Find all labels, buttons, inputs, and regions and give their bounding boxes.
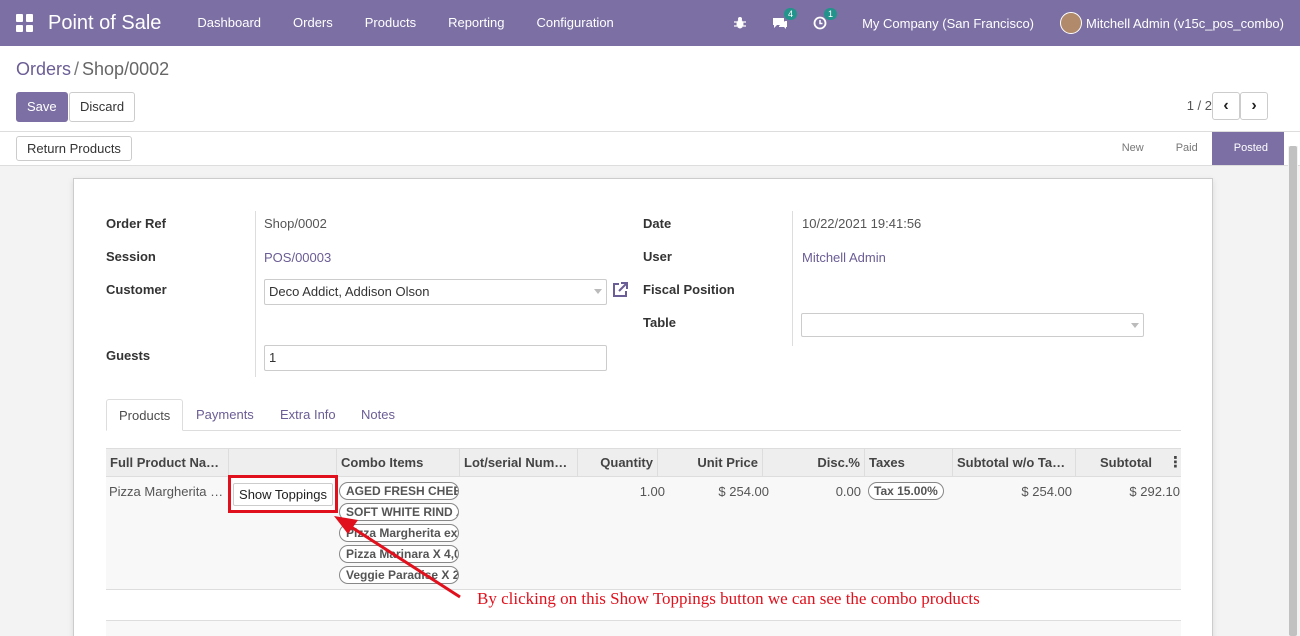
return-products-button[interactable]: Return Products [16, 136, 132, 161]
activity-clock-icon[interactable]: 1 [810, 8, 838, 33]
tab-products[interactable]: Products [106, 399, 184, 431]
header-subtotal[interactable]: Subtotal [1076, 449, 1156, 477]
order-ref-value: Shop/0002 [264, 216, 327, 231]
header-combo-items[interactable]: Combo Items [337, 449, 460, 477]
header-quantity[interactable]: Quantity [578, 449, 658, 477]
breadcrumb: Orders / Shop/0002 [16, 59, 169, 80]
header-lot-serial[interactable]: Lot/serial Num… [460, 449, 578, 477]
control-panel: Orders / Shop/0002 Save Discard 1 / 2 ‹ › [0, 46, 1300, 132]
apps-menu-icon[interactable] [16, 14, 34, 32]
company-switcher[interactable]: My Company (San Francisco) [862, 16, 1034, 31]
header-blank [229, 449, 337, 477]
pager-value[interactable]: 1 / 2 [1187, 98, 1212, 113]
save-button[interactable]: Save [16, 92, 68, 122]
row-quantity: 1.00 [639, 484, 665, 499]
table-label: Table [643, 315, 676, 330]
page-scrollbar[interactable] [1288, 146, 1298, 636]
breadcrumb-separator: / [74, 59, 80, 79]
notebook-tabs: Products Payments Extra Info Notes [106, 399, 1181, 431]
customer-label: Customer [106, 282, 167, 297]
table-field[interactable] [801, 313, 1144, 337]
guests-field[interactable]: 1 [264, 345, 607, 371]
user-avatar[interactable] [1060, 12, 1083, 34]
combo-item-tag: AGED FRESH CHEE [339, 482, 459, 500]
menu-configuration[interactable]: Configuration [520, 0, 629, 46]
menu-reporting[interactable]: Reporting [432, 0, 520, 46]
status-steps: New Paid Posted [1104, 132, 1284, 165]
row-product: Pizza Margherita … [109, 484, 224, 499]
tab-payments[interactable]: Payments [184, 399, 266, 431]
header-unit-price[interactable]: Unit Price [658, 449, 763, 477]
show-toppings-button[interactable]: Show Toppings [233, 482, 333, 506]
bug-icon[interactable] [730, 13, 750, 33]
chat-icon[interactable]: 4 [770, 8, 798, 33]
fiscal-position-label: Fiscal Position [643, 282, 735, 297]
column-options-icon[interactable]: ⋮ [1164, 449, 1180, 477]
header-subtotal-wo-tax[interactable]: Subtotal w/o Ta… [953, 449, 1076, 477]
status-posted[interactable]: Posted [1211, 132, 1284, 165]
row-unit-price: $ 254.00 [718, 484, 769, 499]
header-product[interactable]: Full Product Na… [106, 449, 229, 477]
discard-button[interactable]: Discard [69, 92, 136, 122]
table-footer [106, 620, 1181, 636]
column-divider [255, 211, 256, 377]
row-subtotal: $ 292.10 [1129, 484, 1180, 499]
breadcrumb-current: Shop/0002 [82, 59, 170, 79]
pager-next-button[interactable]: › [1240, 92, 1268, 120]
combo-item-tag: SOFT WHITE RIND X [339, 503, 459, 521]
customer-value: Deco Addict, Addison Olson [269, 284, 430, 299]
external-link-icon[interactable] [610, 280, 630, 305]
guests-label: Guests [106, 348, 151, 363]
show-toppings-highlight: Show Toppings [228, 475, 338, 513]
status-bar: Return Products New Paid Posted [0, 132, 1300, 166]
tax-tag: Tax 15.00% [868, 482, 944, 500]
session-link[interactable]: POS/00003 [264, 250, 331, 265]
customer-field[interactable]: Deco Addict, Addison Olson [264, 279, 607, 305]
menu-dashboard[interactable]: Dashboard [181, 0, 277, 46]
order-lines-header: Full Product Na… Combo Items Lot/serial … [106, 448, 1181, 477]
chevron-down-icon [594, 289, 602, 294]
row-discount: 0.00 [835, 484, 861, 499]
app-title[interactable]: Point of Sale [48, 12, 161, 35]
user-link[interactable]: Mitchell Admin [802, 250, 886, 265]
guests-value: 1 [269, 350, 277, 365]
status-paid[interactable]: Paid [1158, 132, 1212, 165]
chat-badge: 4 [784, 8, 798, 20]
column-divider-right [792, 211, 793, 346]
tab-notes[interactable]: Notes [349, 399, 407, 431]
session-label: Session [106, 249, 156, 264]
pager-previous-button[interactable]: ‹ [1212, 92, 1240, 120]
menu-orders[interactable]: Orders [277, 0, 349, 46]
chevron-down-icon [1131, 323, 1139, 328]
breadcrumb-orders[interactable]: Orders [16, 59, 71, 79]
top-navbar: Point of Sale Dashboard Orders Products … [0, 0, 1300, 46]
combo-item-tag: Pizza Margherita ext [339, 524, 459, 542]
combo-item-tag: Veggie Paradise X 2 [339, 566, 459, 584]
header-discount[interactable]: Disc.% [763, 449, 865, 477]
date-label: Date [643, 216, 672, 231]
form-sheet: Order Ref Shop/0002 Session POS/00003 Cu… [73, 178, 1213, 636]
chevron-right-icon: › [1251, 97, 1257, 114]
user-menu[interactable]: Mitchell Admin (v15c_pos_combo) [1086, 16, 1284, 31]
annotation-text: By clicking on this Show Toppings button… [477, 589, 980, 608]
user-label: User [643, 249, 672, 264]
row-subtotal-wo-tax: $ 254.00 [1021, 484, 1072, 499]
combo-item-tag: Pizza Marinara X 4,0 [339, 545, 459, 563]
date-value: 10/22/2021 19:41:56 [802, 216, 922, 231]
tab-extra-info[interactable]: Extra Info [268, 399, 348, 431]
status-new[interactable]: New [1104, 132, 1158, 165]
activity-badge: 1 [824, 8, 838, 20]
scrollbar-thumb[interactable] [1289, 146, 1297, 636]
menu-products[interactable]: Products [349, 0, 432, 46]
chevron-left-icon: ‹ [1223, 97, 1229, 114]
table-row[interactable]: Pizza Margherita … Show Toppings AGED FR… [106, 475, 1181, 590]
order-ref-label: Order Ref [106, 216, 166, 231]
header-taxes[interactable]: Taxes [865, 449, 953, 477]
